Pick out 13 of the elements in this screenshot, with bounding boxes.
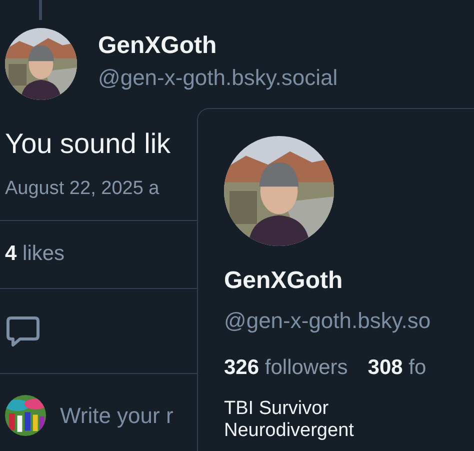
reply-field[interactable]: Write your r — [60, 399, 184, 432]
author-name[interactable]: GenXGoth — [98, 31, 338, 61]
profile-stat[interactable]: 308 fo — [368, 354, 426, 382]
likes-count[interactable]: 4 likes — [5, 242, 65, 265]
reply-icon[interactable] — [6, 315, 40, 347]
profile-name[interactable]: GenXGoth — [224, 266, 474, 296]
post-text: You sound lik — [5, 128, 171, 159]
post-timestamp: August 22, 2025 a — [5, 178, 160, 199]
bio-line: Neurodivergent — [224, 420, 355, 442]
profile-stat[interactable]: 326 followers — [224, 354, 348, 382]
profile-handle: @gen-x-goth.bsky.so — [224, 307, 432, 335]
bio-line: TBI Survivor — [224, 398, 330, 420]
author-handle[interactable]: @gen-x-goth.bsky.social — [98, 61, 338, 95]
